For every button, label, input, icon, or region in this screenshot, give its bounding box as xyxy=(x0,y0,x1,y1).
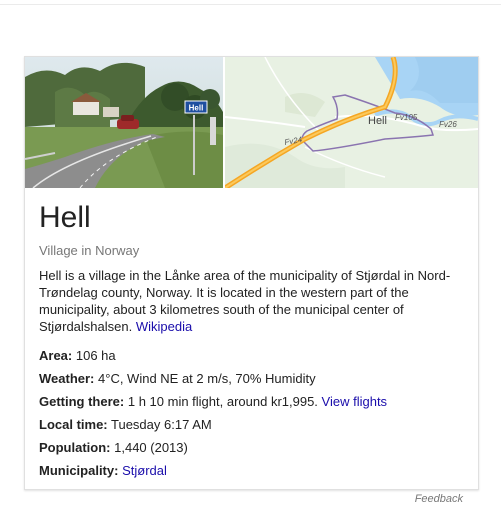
fact-weather-label: Weather: xyxy=(39,371,95,386)
entity-description: Hell is a village in the Lånke area of t… xyxy=(39,267,464,335)
location-map[interactable]: Hell Fv24 Fv26 Fv105 xyxy=(225,57,478,188)
fact-area: Area: 106 ha xyxy=(39,344,464,367)
fact-municipality: Municipality: Stjørdal xyxy=(39,459,464,482)
fact-getting-there: Getting there: 1 h 10 min flight, around… xyxy=(39,390,464,413)
fact-municipality-label: Municipality: xyxy=(39,463,119,478)
fact-area-label: Area: xyxy=(39,348,73,363)
fact-local-time-label: Local time: xyxy=(39,417,108,432)
map-road-label-fv105: Fv105 xyxy=(395,113,418,122)
fact-getting-there-label: Getting there: xyxy=(39,394,125,409)
sign-text: Hell xyxy=(189,104,204,113)
feedback-link[interactable]: Feedback xyxy=(415,493,463,505)
municipality-link[interactable]: Stjørdal xyxy=(122,463,167,478)
fact-weather-value: 4°C, Wind NE at 2 m/s, 70% Humidity xyxy=(98,371,316,386)
fact-area-value: 106 ha xyxy=(75,348,116,363)
fact-population: Population: 1,440 (2013) xyxy=(39,436,464,459)
wikipedia-link[interactable]: Wikipedia xyxy=(136,319,192,334)
fact-population-label: Population: xyxy=(39,440,111,455)
fact-local-time: Local time: Tuesday 6:17 AM xyxy=(39,413,464,436)
map-place-label: Hell xyxy=(368,115,387,127)
knowledge-panel: Hell Hell Fv24 Fv26 Fv105 Hell Village i… xyxy=(24,56,479,490)
view-flights-link[interactable]: View flights xyxy=(322,394,388,409)
fact-weather: Weather: 4°C, Wind NE at 2 m/s, 70% Humi… xyxy=(39,367,464,390)
fact-getting-there-value: 1 h 10 min flight, around kr1,995. xyxy=(127,394,318,409)
map-road-label-fv26: Fv26 xyxy=(439,120,457,129)
fact-local-time-value: Tuesday 6:17 AM xyxy=(111,417,212,432)
top-divider xyxy=(0,0,501,5)
village-photo[interactable]: Hell xyxy=(25,57,223,188)
description-text: Hell is a village in the Lånke area of t… xyxy=(39,268,451,334)
entity-title: Hell xyxy=(39,201,91,234)
entity-subtitle: Village in Norway xyxy=(39,243,140,258)
facts-list: Area: 106 ha Weather: 4°C, Wind NE at 2 … xyxy=(39,344,464,482)
panel-body: Hell Village in Norway Hell is a village… xyxy=(39,198,464,482)
fact-population-value: 1,440 (2013) xyxy=(114,440,188,455)
media-strip: Hell Hell Fv24 Fv26 Fv105 xyxy=(25,57,478,188)
